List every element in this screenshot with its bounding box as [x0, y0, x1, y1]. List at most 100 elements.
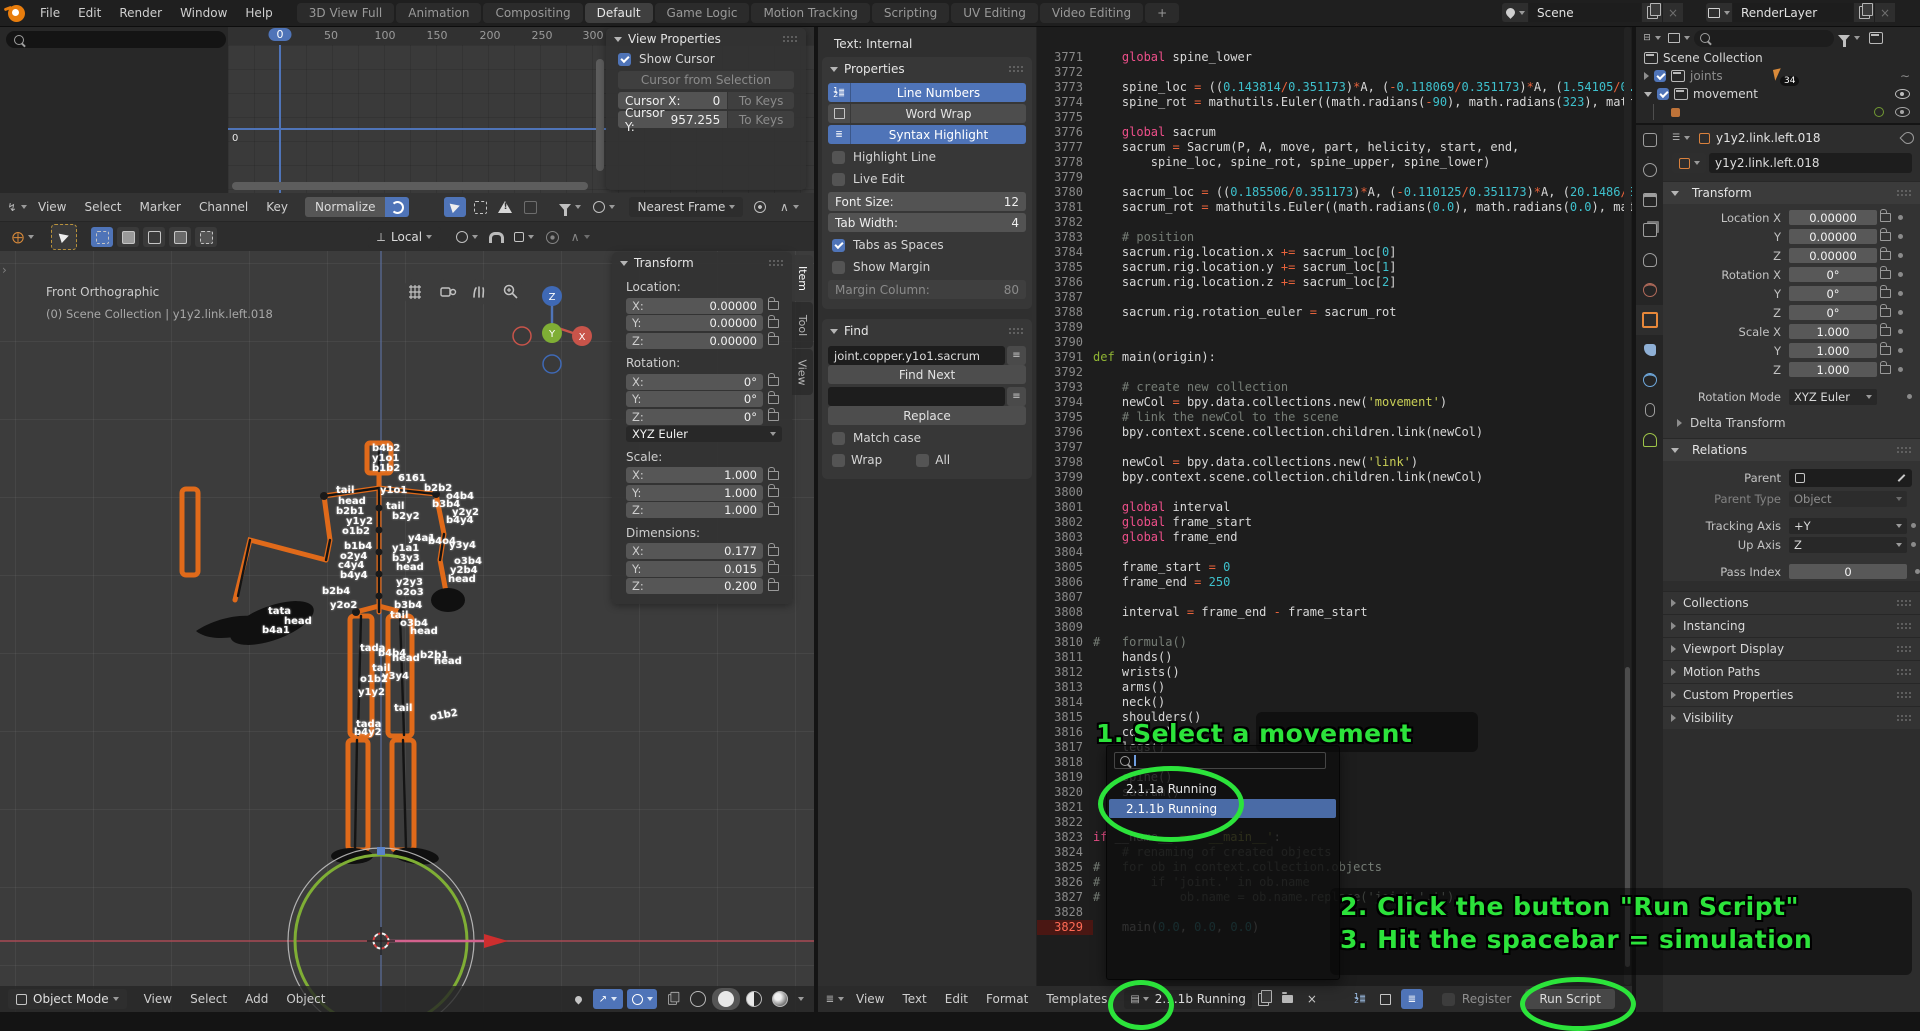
transform-panel-header[interactable]: Transform [612, 252, 792, 274]
code-line[interactable]: 3782 [1037, 215, 1632, 230]
code-line[interactable]: 3808 interval = frame_end - frame_start [1037, 605, 1632, 620]
scene-name-field[interactable]: Scene [1529, 3, 1641, 22]
animate-dot[interactable] [1898, 272, 1903, 277]
sidebar-tab-item[interactable]: Item [792, 255, 813, 301]
prop-row-field[interactable]: 0° [1789, 267, 1877, 282]
view-properties-header[interactable]: View Properties [606, 28, 806, 50]
word-wrap-toggle[interactable]: Word Wrap [828, 104, 1026, 123]
font-size-field[interactable]: Font Size:12 [828, 192, 1026, 211]
annotate-icon[interactable] [567, 989, 589, 1009]
code-line[interactable]: 3784 sacrum.rig.location.x += sacrum_loc… [1037, 245, 1632, 260]
sidebar-tab-view[interactable]: View [792, 349, 813, 395]
np-field-rotation-z[interactable]: Z:0° [626, 409, 763, 425]
tab-width-field[interactable]: Tab Width:4 [828, 213, 1026, 232]
code-line[interactable]: 3806 frame_end = 250 [1037, 575, 1632, 590]
properties-display-icon[interactable]: ☰ [1670, 128, 1692, 148]
code-line[interactable]: 3794 newCol = bpy.data.collections.new('… [1037, 395, 1632, 410]
code-line[interactable]: 3813 arms() [1037, 680, 1632, 695]
editor-type-icon[interactable]: ↯ [6, 197, 28, 217]
menu-render[interactable]: Render [110, 6, 171, 20]
render-layer-copy-button[interactable] [1854, 3, 1874, 22]
workspace-tab-compositing[interactable]: Compositing [483, 3, 582, 23]
outliner-row-movement[interactable]: movement [1636, 85, 1920, 103]
up-axis-dropdown[interactable]: Z [1789, 537, 1907, 553]
pivot-point-dropdown-icon[interactable] [451, 227, 483, 247]
np-field-dimensions-z[interactable]: Z:0.200 [626, 578, 763, 594]
code-line[interactable]: 3788 sacrum.rig.rotation_euler = sacrum_… [1037, 305, 1632, 320]
menu-format[interactable]: Format [977, 992, 1037, 1006]
lock-icon[interactable] [1880, 346, 1891, 355]
menu-text[interactable]: Text [893, 992, 935, 1006]
lock-icon[interactable] [768, 412, 779, 421]
code-line[interactable]: 3797 [1037, 440, 1632, 455]
code-line[interactable]: 3800 [1037, 485, 1632, 500]
lock-icon[interactable] [768, 395, 779, 404]
select-mode-invert-icon[interactable] [169, 227, 191, 247]
transform-panel-header[interactable]: Transform [1663, 182, 1920, 204]
code-line[interactable]: 3777 sacrum = Sacrum(P, A, move, part, h… [1037, 140, 1632, 155]
replace-input[interactable] [828, 387, 1005, 406]
render-layer-unlink-button[interactable]: × [1875, 3, 1895, 22]
code-line[interactable]: 3805 frame_start = 0 [1037, 560, 1632, 575]
properties-tab-view-layer[interactable] [1636, 215, 1663, 245]
select-mode-subtract-icon[interactable] [143, 227, 165, 247]
code-line[interactable]: 3789 [1037, 320, 1632, 335]
menu-add[interactable]: Add [236, 992, 277, 1006]
cursor-from-selection-button[interactable]: Cursor from Selection [618, 71, 794, 89]
mode-dropdown[interactable]: Object Mode [8, 989, 127, 1009]
code-line[interactable]: 3811 hands() [1037, 650, 1632, 665]
tweak-tool-icon[interactable] [444, 197, 466, 217]
code-line[interactable]: 3774 spine_rot = mathutils.Euler((math.r… [1037, 95, 1632, 110]
render-layer-icon[interactable] [1706, 3, 1732, 22]
code-line[interactable]: 3793 # create new collection [1037, 380, 1632, 395]
menu-key[interactable]: Key [257, 200, 297, 214]
lock-icon[interactable] [768, 471, 779, 480]
shading-material-icon[interactable] [743, 989, 765, 1009]
animate-dot[interactable] [1907, 394, 1912, 399]
scene-icon[interactable] [1502, 3, 1528, 22]
properties-tab-world[interactable] [1636, 275, 1663, 305]
find-input[interactable]: joint.copper.y1o1.sacrum [828, 346, 1005, 365]
lock-icon[interactable] [768, 488, 779, 497]
np-field-location-z[interactable]: Z:0.00000 [626, 333, 763, 349]
properties-tab-data[interactable] [1636, 425, 1663, 455]
code-line[interactable]: 3772 [1037, 65, 1632, 80]
lock-icon[interactable] [1880, 270, 1891, 279]
live-edit-checkbox[interactable] [832, 173, 845, 186]
margin-column-field[interactable]: Margin Column:80 [828, 280, 1026, 299]
code-line[interactable]: 3798 newCol = bpy.data.collections.new('… [1037, 455, 1632, 470]
menu-window[interactable]: Window [171, 6, 236, 20]
code-line[interactable]: 3773 spine_loc = ((0.143814/0.351173)*A,… [1037, 80, 1632, 95]
code-line[interactable]: 3779 [1037, 170, 1632, 185]
lock-icon[interactable] [768, 319, 779, 328]
outliner-row-scene-collection[interactable]: Scene Collection [1636, 49, 1920, 67]
code-scrollbar[interactable] [1624, 27, 1631, 985]
blender-logo-icon[interactable] [8, 5, 25, 22]
register-checkbox[interactable] [1442, 993, 1455, 1006]
code-line[interactable]: 3792 [1037, 365, 1632, 380]
lock-icon[interactable] [1880, 232, 1891, 241]
transform-orientation-dropdown[interactable]: ⟂Local [368, 227, 441, 248]
delta-transform-section[interactable]: Delta Transform [1663, 406, 1920, 438]
menu-templates[interactable]: Templates [1037, 992, 1116, 1006]
select-mode-extend-icon[interactable] [117, 227, 139, 247]
menu-help[interactable]: Help [236, 6, 281, 20]
np-field-scale-x[interactable]: X:1.000 [626, 467, 763, 483]
menu-view[interactable]: View [135, 992, 181, 1006]
code-line[interactable]: 3801 global interval [1037, 500, 1632, 515]
show-margin-checkbox[interactable] [832, 261, 845, 274]
falloff-dropdown-icon[interactable]: ∧ [565, 227, 595, 247]
lock-icon[interactable] [768, 564, 779, 573]
shading-rendered-icon[interactable] [769, 989, 791, 1009]
np-field-dimensions-x[interactable]: X:0.177 [626, 543, 763, 559]
properties-tab-object[interactable] [1636, 305, 1663, 335]
prop-row-field[interactable]: 0° [1789, 305, 1877, 320]
workspace-tab-animation[interactable]: Animation [396, 3, 481, 23]
object-id-icon[interactable] [1672, 153, 1706, 173]
properties-tab-constraints[interactable] [1636, 395, 1663, 425]
pass-index-field[interactable]: 0 [1789, 564, 1907, 579]
menu-channel[interactable]: Channel [190, 200, 257, 214]
show-cursor-checkbox[interactable] [618, 53, 631, 66]
properties-tab-tool[interactable] [1636, 125, 1663, 155]
section-motion-paths[interactable]: Motion Paths [1663, 660, 1920, 683]
